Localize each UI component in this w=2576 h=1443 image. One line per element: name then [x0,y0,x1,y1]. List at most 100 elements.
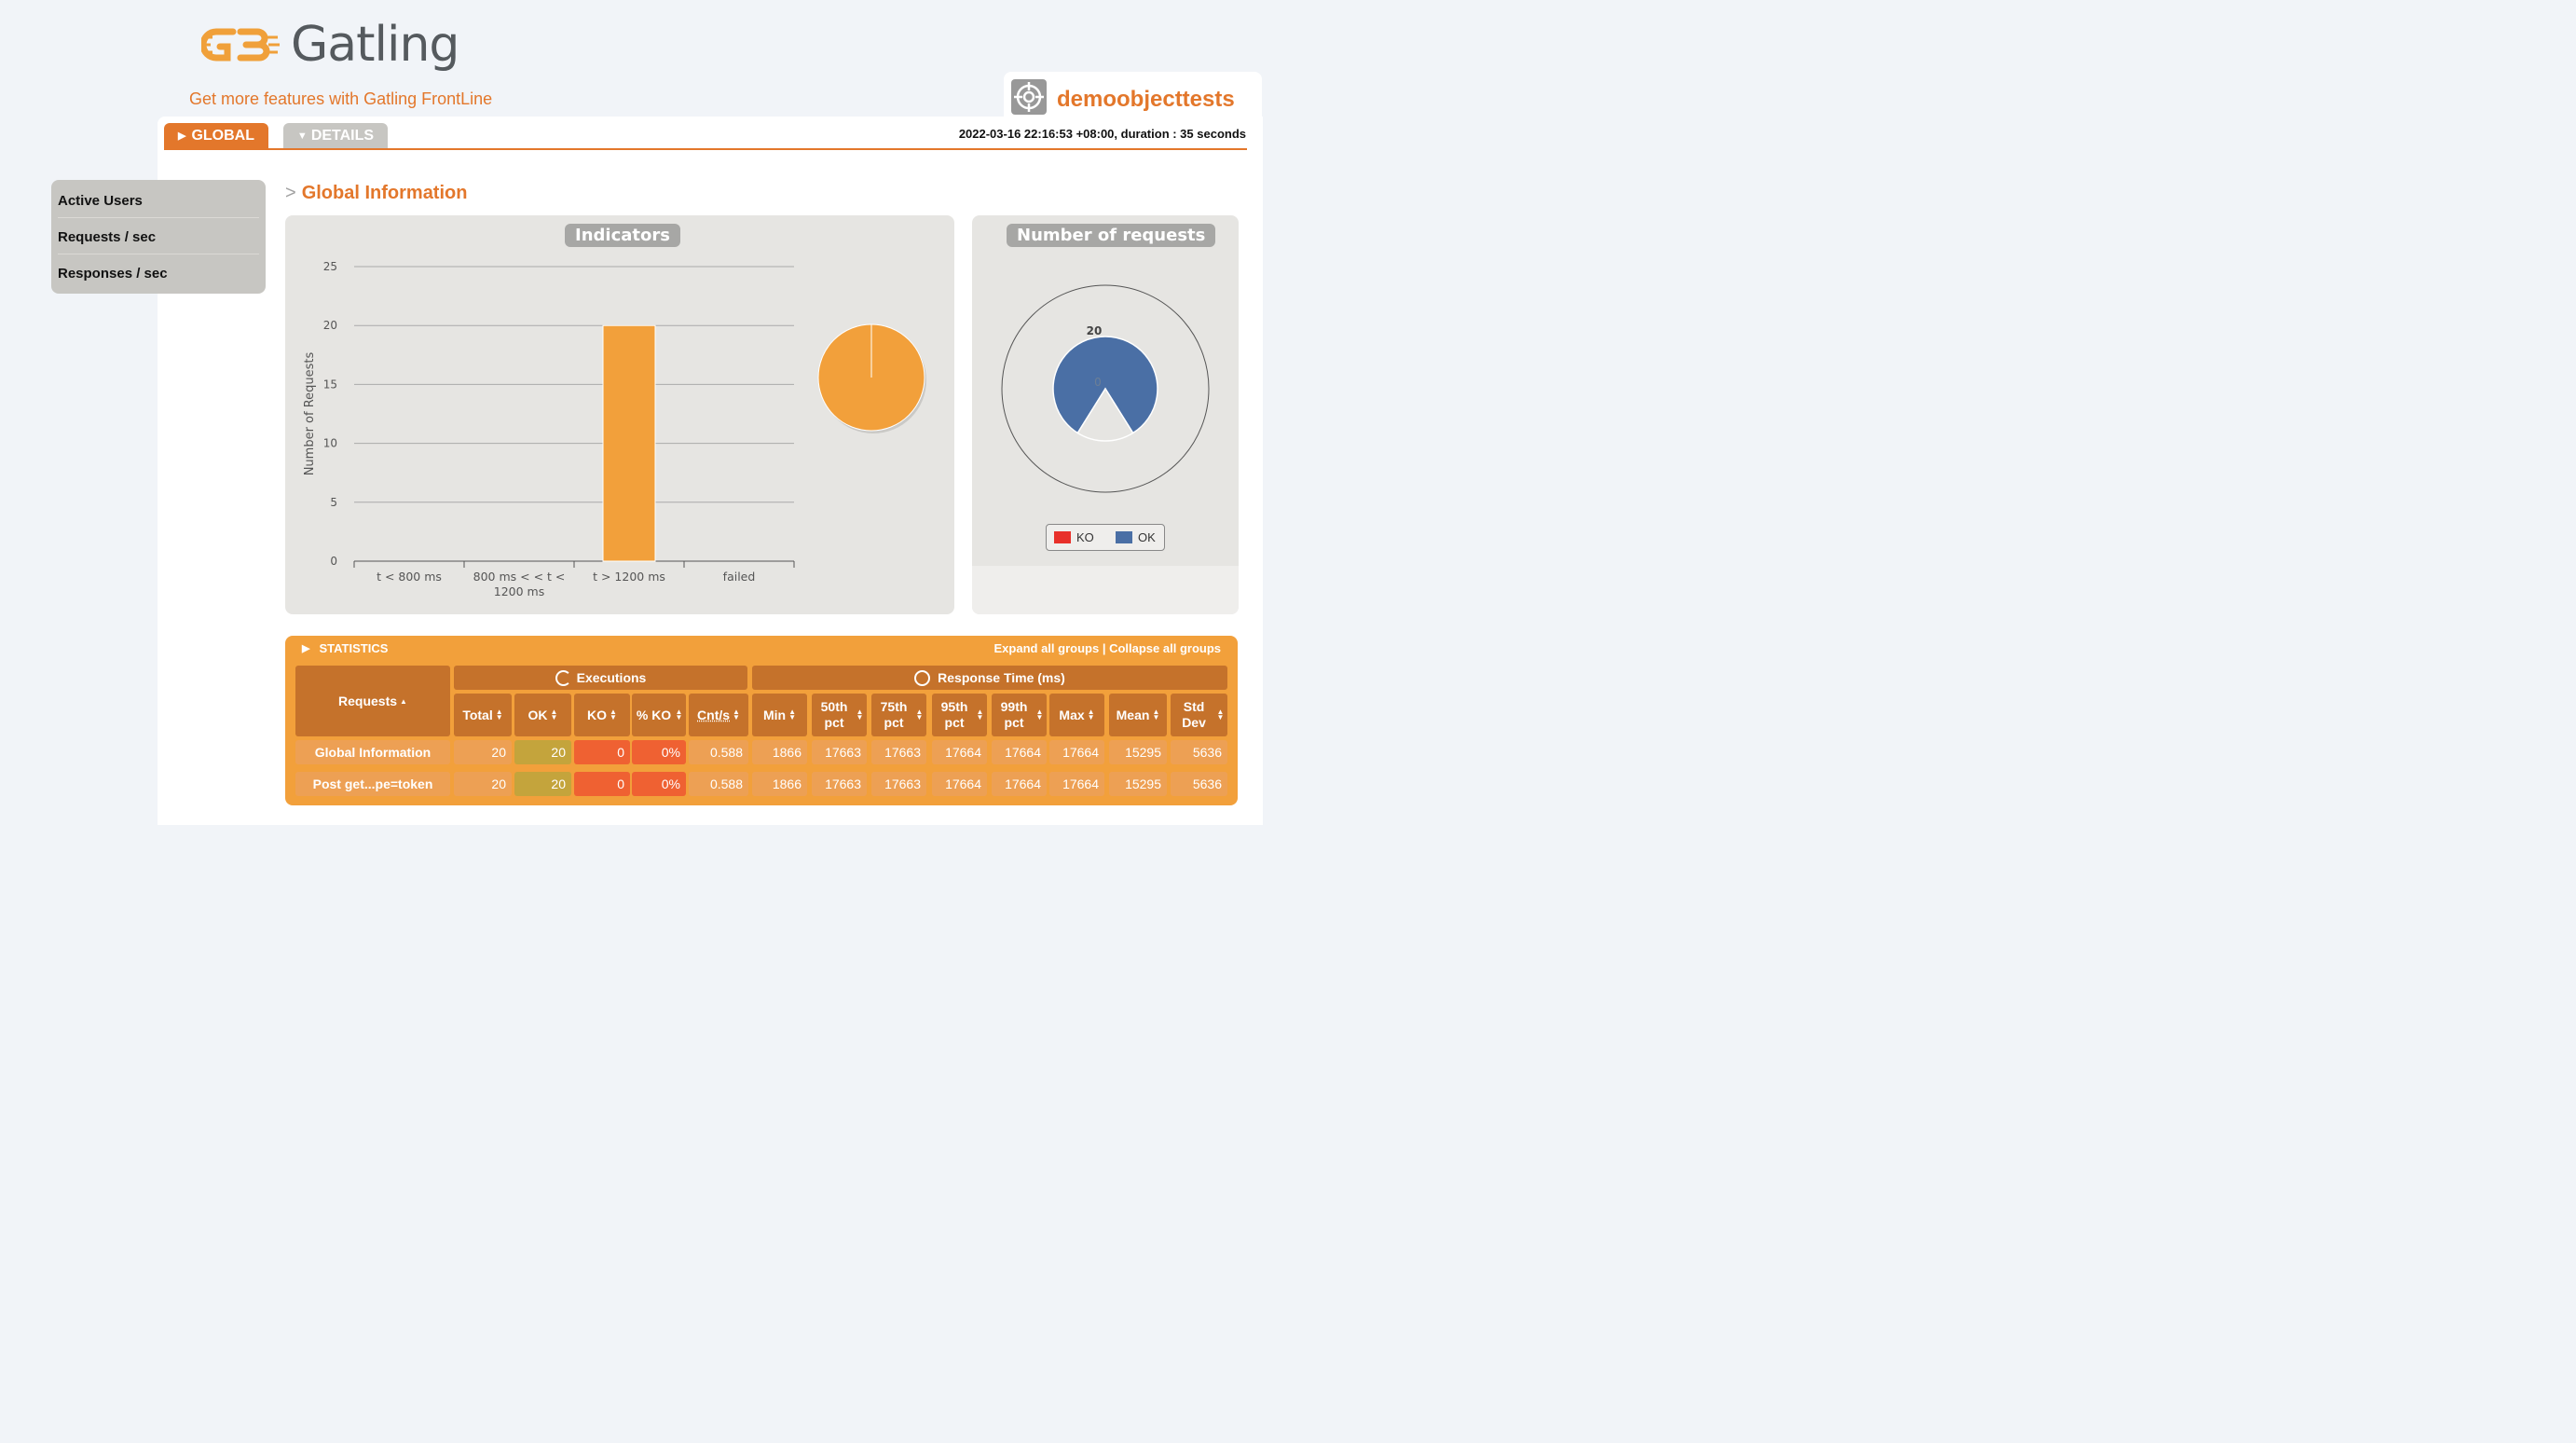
table-cell: 0% [632,772,686,796]
table-cell: 0% [632,740,686,764]
table-cell: 0.588 [689,740,748,764]
caret-down-icon: ▼ [296,130,308,142]
target-icon [1011,79,1047,115]
sort-icon: ▲ ▼ [733,708,740,722]
side-menu: Active Users Requests / sec Responses / … [51,180,266,294]
sort-icon: ▲ ▼ [915,708,924,722]
sort-icon: ▲ ▼ [1035,708,1044,722]
y-tick-label: 15 [323,378,337,391]
column-header[interactable]: Total ▲ ▼ [454,694,512,736]
y-tick-label: 0 [330,555,337,568]
legend-ok-swatch [1116,531,1132,543]
collapse-all-link[interactable]: Collapse all groups [1109,641,1221,655]
bar [602,324,656,562]
column-header-label: KO [587,707,608,722]
column-header-requests-label: Requests [338,694,398,708]
frontline-link[interactable]: Get more features with Gatling FrontLine [189,89,492,109]
clock-icon [914,669,931,686]
sort-asc-icon: ▲ [400,696,407,706]
table-cell: 20 [514,740,571,764]
table-cell: 17663 [871,740,926,764]
tab-global-label: GLOBAL [191,127,254,144]
column-header[interactable]: 99th pct ▲ ▼ [992,694,1047,736]
table-cell: 1866 [752,740,807,764]
gatling-logo[interactable]: Gatling [201,17,459,73]
ok-count-label: 20 [1087,324,1103,337]
column-header-label: Max [1059,707,1085,722]
caret-right-icon: ▶ [177,131,186,142]
sort-icon: ▲ ▼ [675,708,683,722]
sort-icon: ▲ ▼ [1216,708,1225,722]
table-cell: 0 [574,740,630,764]
table-cell: 17663 [812,740,867,764]
table-cell: 15295 [1109,772,1167,796]
legend-ok-label[interactable]: OK [1138,530,1156,544]
sidemenu-item-active-users[interactable]: Active Users [58,182,259,218]
column-header[interactable]: 50th pct ▲ ▼ [812,694,867,736]
response-time-label: Response Time (ms) [938,670,1065,685]
requests-chart: 20 0 [1001,284,1210,493]
column-header-label: Total [462,707,493,722]
sort-icon: ▲ ▼ [1087,708,1095,722]
column-header-label: Std Dev [1182,699,1206,730]
column-header[interactable]: 75th pct ▲ ▼ [871,694,926,736]
sidemenu-item-responses-sec[interactable]: Responses / sec [58,254,259,290]
tab-global[interactable]: ▶ GLOBAL [164,123,268,148]
table-cell: 17664 [1049,740,1104,764]
statistics-title: STATISTICS [319,641,389,655]
table-cell: 17663 [871,772,926,796]
run-info: 2022-03-16 22:16:53 +08:00, duration : 3… [958,127,1246,141]
y-tick-label: 10 [323,437,337,450]
column-header-label: Mean [1116,707,1150,722]
table-row-name[interactable]: Global Information [295,740,450,764]
links-separator: | [1102,641,1106,655]
requests-panel: Number of requests 20 0 KO OK [972,215,1239,614]
column-header[interactable]: Min ▲ ▼ [752,694,807,736]
column-header-label: 95th pct [940,699,968,730]
executions-label: Executions [576,670,647,685]
tab-details-label: DETAILS [310,127,375,144]
y-tick-label: 5 [330,496,337,509]
column-header-label: 99th pct [1000,699,1028,730]
group-header-executions: Executions [454,666,747,690]
expand-all-link[interactable]: Expand all groups [994,641,1100,655]
sort-icon: ▲ ▼ [788,708,797,722]
column-header-label: 50th pct [820,699,848,730]
tab-details[interactable]: ▼ DETAILS [283,123,388,148]
indicators-chart: 0 5 10 15 20 25 Number of Requests t < 800 ms 80… [303,260,926,598]
column-header-label: Cnt/s [697,707,731,722]
section-title-text: Global Information [301,183,468,203]
indicators-panel: Indicators 0 5 10 15 20 25 Number of Requests t… [285,215,954,614]
column-header[interactable]: 95th pct ▲ ▼ [932,694,987,736]
column-header-requests[interactable]: Requests ▲ [295,666,450,736]
requests-legend: KO OK [1046,524,1165,551]
column-header[interactable]: Mean ▲ ▼ [1109,694,1167,736]
sort-icon: ▲ ▼ [550,708,558,722]
section-title: > Global Information [285,183,467,204]
y-tick-label: 25 [323,260,337,273]
table-cell: 15295 [1109,740,1167,764]
column-header[interactable]: % KO ▲ ▼ [632,694,686,736]
y-axis-label: Number of Requests [303,351,317,475]
sidemenu-item-requests-sec[interactable]: Requests / sec [58,218,259,254]
sort-icon: ▲ ▼ [976,708,984,722]
legend-ko-label[interactable]: KO [1076,530,1094,544]
sort-icon: ▲ ▼ [610,708,617,722]
column-header[interactable]: Cnt/s ▲ ▼ [689,694,748,736]
column-header[interactable]: Std Dev ▲ ▼ [1171,694,1227,736]
statistics-toggle[interactable]: ▶ STATISTICS [302,641,388,655]
table-cell: 20 [514,772,571,796]
table-cell: 20 [454,772,512,796]
y-tick-label: 20 [323,319,337,332]
statistics-panel: ▶ STATISTICS Expand all groups | Collaps… [285,636,1238,805]
table-row-name[interactable]: Post get...pe=token [295,772,450,796]
tab-underline [164,148,1247,150]
column-header[interactable]: OK ▲ ▼ [514,694,571,736]
x-tick-label: 800 ms < < t <1200 ms [473,570,566,598]
table-cell: 17664 [932,772,987,796]
table-cell: 5636 [1171,772,1227,796]
column-header[interactable]: KO ▲ ▼ [574,694,630,736]
caret-right-icon: ▶ [302,643,310,654]
column-header[interactable]: Max ▲ ▼ [1049,694,1104,736]
refresh-icon [555,669,571,686]
